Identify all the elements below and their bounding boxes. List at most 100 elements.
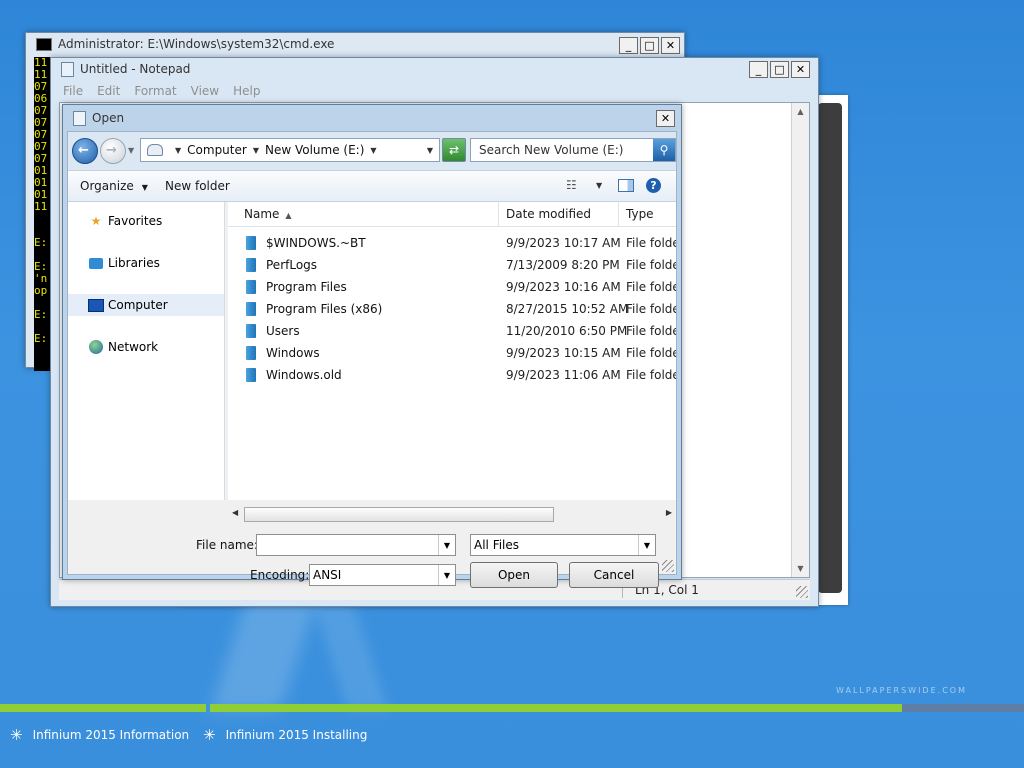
menu-view[interactable]: View — [185, 82, 227, 100]
progress-fill — [210, 704, 902, 712]
file-date: 9/9/2023 10:17 AM — [506, 236, 621, 250]
close-button[interactable]: ✕ — [661, 37, 680, 54]
file-name-input[interactable]: ▼ — [256, 534, 456, 556]
cancel-button[interactable]: Cancel — [569, 562, 659, 588]
folder-icon — [246, 346, 256, 360]
open-dialog-titlebar[interactable]: Open ✕ — [63, 105, 681, 131]
breadcrumb[interactable]: ▼ Computer ▼ New Volume (E:) ▼ ▼ — [140, 138, 440, 162]
recent-pages-dropdown-icon[interactable]: ▼ — [128, 146, 134, 155]
close-button[interactable]: ✕ — [656, 110, 675, 127]
notepad-titlebar[interactable]: Untitled - Notepad _ □ ✕ — [51, 58, 818, 80]
breadcrumb-root-chevron[interactable]: ▼ — [169, 146, 187, 155]
nav-label: Network — [108, 340, 159, 354]
column-name[interactable]: Name ▲ — [244, 207, 292, 221]
open-dialog[interactable]: Open ✕ ← → ▼ ▼ Computer ▼ New Volume (E:)… — [62, 104, 682, 588]
encoding-select[interactable]: ANSI ▼ — [309, 564, 456, 586]
cmd-titlebar[interactable]: Administrator: E:\Windows\system32\cmd.e… — [26, 33, 684, 55]
star-icon: ★ — [90, 214, 102, 228]
taskbar-item-label: Infinium 2015 Information — [32, 728, 190, 742]
close-button[interactable]: ✕ — [791, 61, 810, 78]
folder-icon — [246, 280, 256, 294]
file-row[interactable]: PerfLogs 7/13/2009 8:20 PM File folder — [228, 254, 676, 276]
column-date-modified[interactable]: Date modified — [506, 207, 591, 221]
progress-bar-installing — [210, 704, 1024, 712]
file-row[interactable]: $WINDOWS.~BT 9/9/2023 10:17 AM File folder — [228, 232, 676, 254]
maximize-button[interactable]: □ — [770, 61, 789, 78]
file-list[interactable]: Name ▲ Date modified Type $WINDOWS.~BT 9/9… — [228, 202, 676, 500]
scroll-right-icon[interactable]: ▶ — [666, 508, 672, 517]
menu-format[interactable]: Format — [128, 82, 184, 100]
scroll-up-icon[interactable]: ▲ — [792, 103, 809, 120]
chevron-down-icon[interactable]: ▼ — [438, 535, 455, 555]
menu-edit[interactable]: Edit — [91, 82, 128, 100]
help-icon[interactable]: ? — [646, 178, 661, 193]
menu-help[interactable]: Help — [227, 82, 268, 100]
nav-libraries[interactable]: Libraries — [68, 252, 224, 274]
file-row[interactable]: Windows 9/9/2023 10:15 AM File folder — [228, 342, 676, 364]
progress-bar-information — [0, 704, 206, 712]
taskbar-item-label: Infinium 2015 Installing — [225, 728, 368, 742]
breadcrumb-computer[interactable]: Computer ▼ — [187, 143, 265, 157]
column-type[interactable]: Type — [626, 207, 654, 221]
scrollbar-thumb[interactable] — [244, 507, 554, 522]
file-name: Windows — [266, 346, 320, 360]
file-date: 9/9/2023 11:06 AM — [506, 368, 621, 382]
new-folder-button[interactable]: New folder — [165, 179, 230, 193]
file-row[interactable]: Program Files 9/9/2023 10:16 AM File folde… — [228, 276, 676, 298]
nav-network[interactable]: Network — [68, 336, 224, 358]
chevron-down-icon[interactable]: ▼ — [638, 535, 655, 555]
open-button[interactable]: Open — [470, 562, 558, 588]
resize-grip[interactable] — [796, 586, 808, 598]
file-type: File folder — [626, 346, 676, 360]
file-row[interactable]: Program Files (x86) 8/27/2015 10:52 AM Fil… — [228, 298, 676, 320]
folder-icon — [246, 368, 256, 382]
minimize-button[interactable]: _ — [749, 61, 768, 78]
file-type: File folder — [626, 280, 676, 294]
horizontal-scrollbar[interactable]: ◀ ▶ — [228, 506, 676, 522]
network-icon — [88, 340, 104, 354]
minimize-button[interactable]: _ — [619, 37, 638, 54]
nav-computer[interactable]: Computer — [68, 294, 224, 316]
arrow-left-icon: ← — [78, 143, 89, 158]
address-dropdown-icon[interactable]: ▼ — [427, 146, 433, 155]
vertical-scrollbar[interactable]: ▲ ▼ — [791, 103, 809, 577]
file-name: $WINDOWS.~BT — [266, 236, 366, 250]
change-view-icon[interactable]: ☷ — [566, 178, 577, 192]
file-type-select[interactable]: All Files ▼ — [470, 534, 656, 556]
search-input[interactable]: Search New Volume (E:) ⚲ — [470, 138, 676, 162]
refresh-button[interactable]: ⇄ — [442, 138, 466, 162]
column-divider[interactable] — [498, 202, 499, 226]
file-name: Program Files — [266, 280, 347, 294]
back-button[interactable]: ← — [72, 138, 98, 164]
taskbar-item-installing[interactable]: ✳ Infinium 2015 Installing — [203, 726, 367, 744]
taskbar-item-information[interactable]: ✳ Infinium 2015 Information — [10, 726, 189, 744]
nav-label: Favorites — [108, 214, 163, 228]
menu-file[interactable]: File — [57, 82, 91, 100]
file-type: File folder — [626, 368, 676, 382]
scroll-left-icon[interactable]: ◀ — [232, 508, 238, 517]
file-row[interactable]: Windows.old 9/9/2023 11:06 AM File folder — [228, 364, 676, 386]
file-type-value: All Files — [474, 538, 520, 552]
folder-icon — [246, 258, 256, 272]
column-divider[interactable] — [618, 202, 619, 226]
preview-pane-icon[interactable] — [618, 179, 634, 192]
search-icon[interactable]: ⚲ — [653, 139, 675, 161]
scroll-down-icon[interactable]: ▼ — [792, 560, 809, 577]
file-date: 9/9/2023 10:16 AM — [506, 280, 621, 294]
encoding-label: Encoding: — [250, 568, 310, 582]
maximize-button[interactable]: □ — [640, 37, 659, 54]
dialog-footer: File name: ▼ All Files ▼ Encoding: ANSI … — [68, 524, 676, 588]
view-options-dropdown-icon[interactable]: ▼ — [596, 181, 602, 190]
breadcrumb-new-volume[interactable]: New Volume (E:) ▼ — [265, 143, 383, 157]
progress-fill — [0, 704, 206, 712]
arrow-right-icon: → — [106, 143, 117, 158]
nav-favorites[interactable]: ★ Favorites — [68, 210, 224, 232]
notepad-icon — [73, 110, 86, 126]
organize-button[interactable]: Organize ▼ — [80, 179, 148, 193]
forward-button[interactable]: → — [100, 138, 126, 164]
file-row[interactable]: Users 11/20/2010 6:50 PMFile folder — [228, 320, 676, 342]
resize-grip[interactable] — [662, 560, 674, 572]
file-name: Windows.old — [266, 368, 342, 382]
libraries-icon — [88, 256, 104, 270]
chevron-down-icon[interactable]: ▼ — [438, 565, 455, 585]
